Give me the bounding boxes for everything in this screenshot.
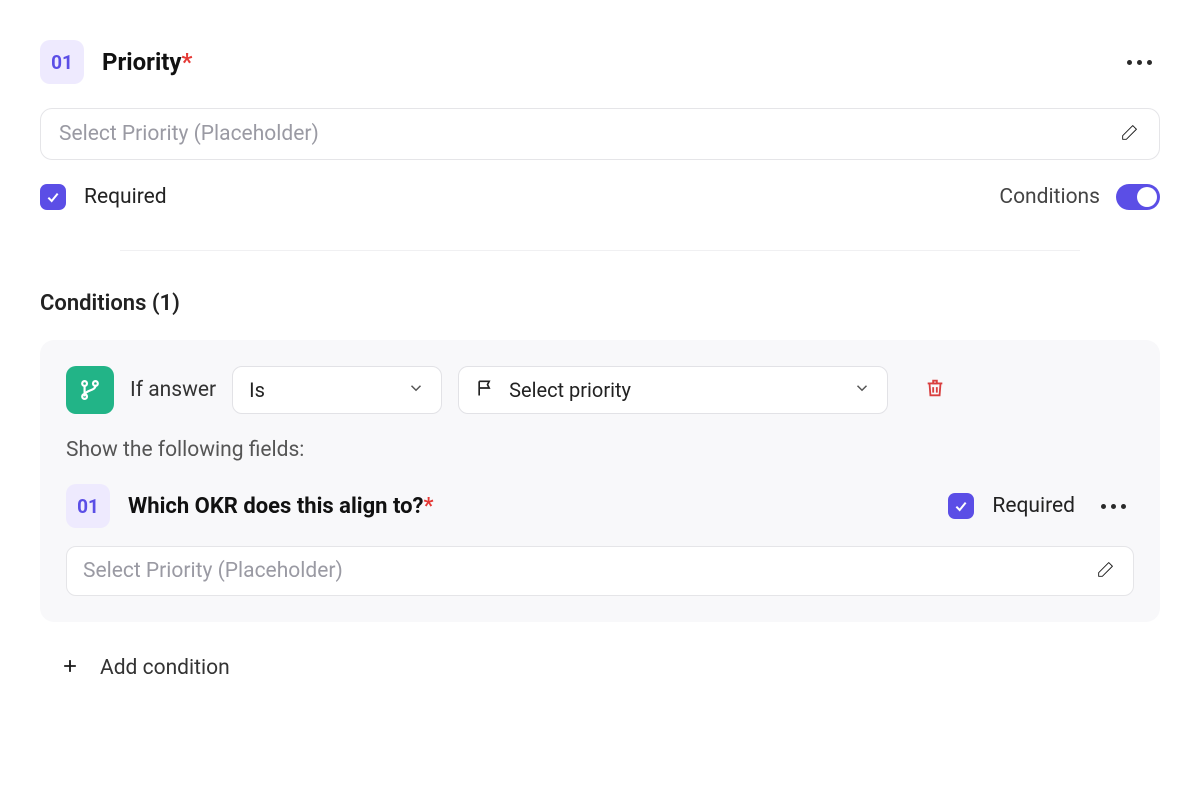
inner-field-number-badge: 01 [66,484,110,528]
chevron-down-icon [853,379,871,401]
required-row: Required Conditions [40,184,1160,210]
field-header: 01 Priority* [40,40,1160,84]
delete-condition-button[interactable] [924,377,946,403]
more-menu-icon[interactable] [1119,52,1160,73]
field-title-text: Priority [102,48,182,76]
priority-dropdown-text: Select priority [509,378,631,402]
inner-required-checkbox[interactable] [948,493,974,519]
inner-required-label: Required [992,494,1075,518]
condition-row: If answer Is Select priority [66,366,1134,414]
inner-field-title: Which OKR does this align to?* [128,494,433,519]
inner-priority-placeholder: Select Priority (Placeholder) [83,559,343,583]
required-label: Required [84,185,167,209]
add-condition-label: Add condition [100,656,230,680]
priority-select-placeholder: Select Priority (Placeholder) [59,122,319,146]
inner-more-menu-icon[interactable] [1093,496,1134,517]
operator-dropdown-text: Is [249,378,265,402]
inner-field-left: 01 Which OKR does this align to?* [66,484,433,528]
add-condition-button[interactable]: Add condition [40,656,1160,680]
conditions-toggle-group: Conditions [999,184,1160,210]
divider [120,250,1080,251]
field-number-badge: 01 [40,40,84,84]
required-star: * [182,48,193,76]
inner-field-title-text: Which OKR does this align to? [128,494,423,519]
conditions-toggle[interactable] [1116,184,1160,210]
field-header-left: 01 Priority* [40,40,192,84]
required-star: * [423,494,433,519]
conditions-section-title: Conditions (1) [40,291,1160,316]
show-fields-label: Show the following fields: [66,438,1134,462]
chevron-down-icon [407,379,425,401]
field-title: Priority* [102,48,192,76]
conditions-toggle-label: Conditions [999,185,1100,209]
branch-icon [66,366,114,414]
if-answer-label: If answer [130,378,216,402]
inner-field-right: Required [948,493,1134,519]
edit-icon[interactable] [1095,558,1117,584]
operator-dropdown[interactable]: Is [232,366,442,414]
plus-icon [60,656,80,680]
inner-field-header: 01 Which OKR does this align to?* Requir… [66,484,1134,528]
required-checkbox[interactable] [40,184,66,210]
priority-dropdown[interactable]: Select priority [458,366,888,414]
priority-select[interactable]: Select Priority (Placeholder) [40,108,1160,160]
condition-card: If answer Is Select priority Show the fo… [40,340,1160,622]
edit-icon[interactable] [1119,121,1141,147]
required-left: Required [40,184,167,210]
inner-priority-select[interactable]: Select Priority (Placeholder) [66,546,1134,596]
flag-icon [475,378,495,402]
